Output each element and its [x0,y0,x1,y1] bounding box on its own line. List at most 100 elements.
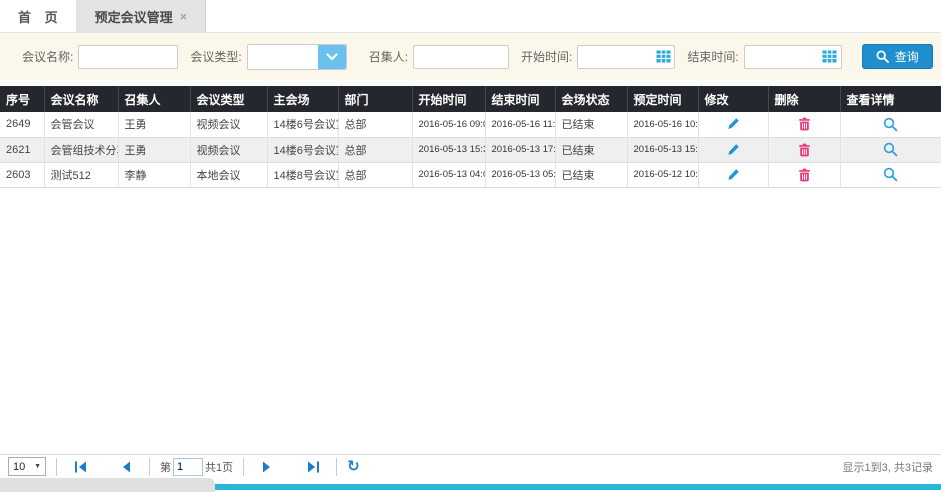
tab-meeting-management[interactable]: 预定会议管理 × [77,0,207,32]
view-details-button[interactable] [883,117,898,132]
page-size-select[interactable]: 10 ▼ [8,457,46,476]
reserved-time-cell: 2016-05-16 10:4 [627,112,698,137]
filter-meeting-name: 会议名称: [22,45,178,69]
delete-cell [768,162,840,187]
close-icon[interactable]: × [180,9,188,24]
page-prefix-label: 第 [160,459,171,475]
view-details-button[interactable] [883,142,898,157]
view-details-button[interactable] [883,167,898,182]
page-number-group: 第 共1页 [160,458,233,476]
next-page-button[interactable] [254,461,280,473]
start-time-input[interactable] [578,50,652,64]
convener-input[interactable] [413,45,509,69]
col-department: 部门 [338,86,412,112]
end-time-cell: 2016-05-16 11:0 [485,112,555,137]
table-row: 2621会管组技术分享会王勇视频会议14楼6号会议室总部2016-05-13 1… [0,137,941,162]
meeting-name-input[interactable] [78,45,178,69]
page-number-input[interactable] [173,458,203,476]
col-delete: 删除 [768,86,840,112]
last-page-button[interactable] [300,461,326,473]
horizontal-scrollbar[interactable] [215,484,941,490]
modify-cell [698,162,768,187]
meeting-management-window: 首 页 预定会议管理 × 会议名称: 会议类型: 召集人: [0,0,941,492]
magnifier-icon [883,123,898,135]
query-button-label: 查询 [895,48,919,65]
calendar-icon[interactable] [652,50,674,63]
start-time-label: 开始时间: [521,48,572,65]
prev-page-button[interactable] [113,461,139,473]
meeting-name-cell: 测试512 [44,162,118,187]
refresh-icon[interactable]: ↻ [347,460,360,474]
magnifier-icon [883,148,898,160]
pagination-bar: 10 ▼ 第 共1页 ↻ 显示1到3, [0,454,941,478]
first-page-button[interactable] [67,461,93,473]
convener-label: 召集人: [369,48,408,65]
col-seq: 序号 [0,86,44,112]
table-row: 2603测试512李静本地会议14楼8号会议室总部2016-05-13 04:0… [0,162,941,187]
calendar-icon[interactable] [819,50,841,63]
col-view-details: 查看详情 [840,86,941,112]
page-size-value: 10 [13,461,25,473]
main-venue-cell: 14楼8号会议室 [267,162,338,187]
start-time-cell: 2016-05-16 09:0 [412,112,485,137]
meeting-name-label: 会议名称: [22,48,73,65]
end-time-input[interactable] [745,50,819,64]
delete-button[interactable] [798,143,811,157]
start-time-field [577,45,675,69]
pencil-icon [726,173,740,185]
filter-convener: 召集人: [369,45,509,69]
table-row: 2649会管会议王勇视频会议14楼6号会议室总部2016-05-16 09:02… [0,112,941,137]
chevron-down-icon [326,48,338,66]
col-start-time: 开始时间 [412,86,485,112]
tab-meeting-label: 预定会议管理 [95,7,173,26]
meeting-name-cell: 会管组技术分享会 [44,137,118,162]
end-time-field [744,45,842,69]
table-header-row: 序号 会议名称 召集人 会议类型 主会场 部门 开始时间 结束时间 会场状态 预… [0,86,941,112]
seq-cell: 2649 [0,112,44,137]
pencil-icon [726,148,740,160]
main-venue-cell: 14楼6号会议室 [267,137,338,162]
trash-icon [798,148,811,160]
filter-meeting-type: 会议类型: [190,44,346,70]
divider [243,458,244,476]
col-venue-status: 会场状态 [555,86,627,112]
pencil-icon [726,122,740,134]
modify-cell [698,137,768,162]
divider [56,458,57,476]
tab-home-label: 首 页 [18,7,58,26]
delete-button[interactable] [798,117,811,131]
seq-cell: 2621 [0,137,44,162]
edit-button[interactable] [726,117,740,131]
delete-button[interactable] [798,168,811,182]
query-button[interactable]: 查询 [862,44,933,69]
trash-icon [798,122,811,134]
view-details-cell [840,112,941,137]
col-meeting-name: 会议名称 [44,86,118,112]
col-main-venue: 主会场 [267,86,338,112]
modify-cell [698,112,768,137]
tab-home[interactable]: 首 页 [0,0,77,32]
convener-cell: 王勇 [118,137,190,162]
filter-start-time: 开始时间: [521,45,675,69]
search-icon [876,50,889,63]
meeting-type-label: 会议类型: [190,48,241,65]
edit-button[interactable] [726,168,740,182]
start-time-cell: 2016-05-13 15:3 [412,137,485,162]
department-cell: 总部 [338,137,412,162]
meeting-type-select[interactable] [247,44,347,70]
view-details-cell [840,162,941,187]
tab-bar: 首 页 预定会议管理 × [0,0,941,33]
divider [336,458,337,476]
status-bubble [0,478,215,492]
bottom-strip [0,478,941,492]
edit-button[interactable] [726,143,740,157]
meetings-table: 序号 会议名称 召集人 会议类型 主会场 部门 开始时间 结束时间 会场状态 预… [0,86,941,188]
department-cell: 总部 [338,112,412,137]
magnifier-icon [883,173,898,185]
department-cell: 总部 [338,162,412,187]
dropdown-button[interactable] [318,45,346,69]
record-summary: 显示1到3, 共3记录 [843,459,933,475]
meeting-type-cell: 本地会议 [190,162,267,187]
reserved-time-cell: 2016-05-12 10:3 [627,162,698,187]
delete-cell [768,137,840,162]
